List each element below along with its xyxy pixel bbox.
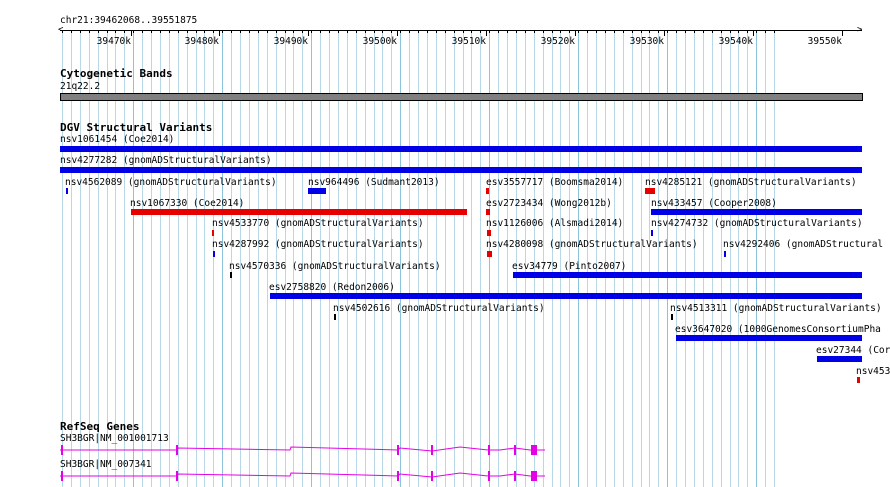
gene-exon <box>431 445 433 455</box>
gene-exon <box>514 445 516 455</box>
gene-exon <box>431 471 433 481</box>
gene-exon <box>397 445 399 455</box>
gene-exon <box>514 471 516 481</box>
gene-exon <box>176 471 178 481</box>
gene-exon <box>488 445 490 455</box>
gene-exon <box>488 471 490 481</box>
gene-exon <box>61 471 63 481</box>
gene-exon <box>531 471 537 481</box>
gene-models[interactable] <box>0 0 890 487</box>
gene-intron-line <box>60 446 545 452</box>
gene-exon <box>531 445 537 455</box>
gene-exon <box>61 445 63 455</box>
gene-exon <box>176 445 178 455</box>
gene-exon <box>397 471 399 481</box>
gene-intron-line <box>60 472 545 478</box>
